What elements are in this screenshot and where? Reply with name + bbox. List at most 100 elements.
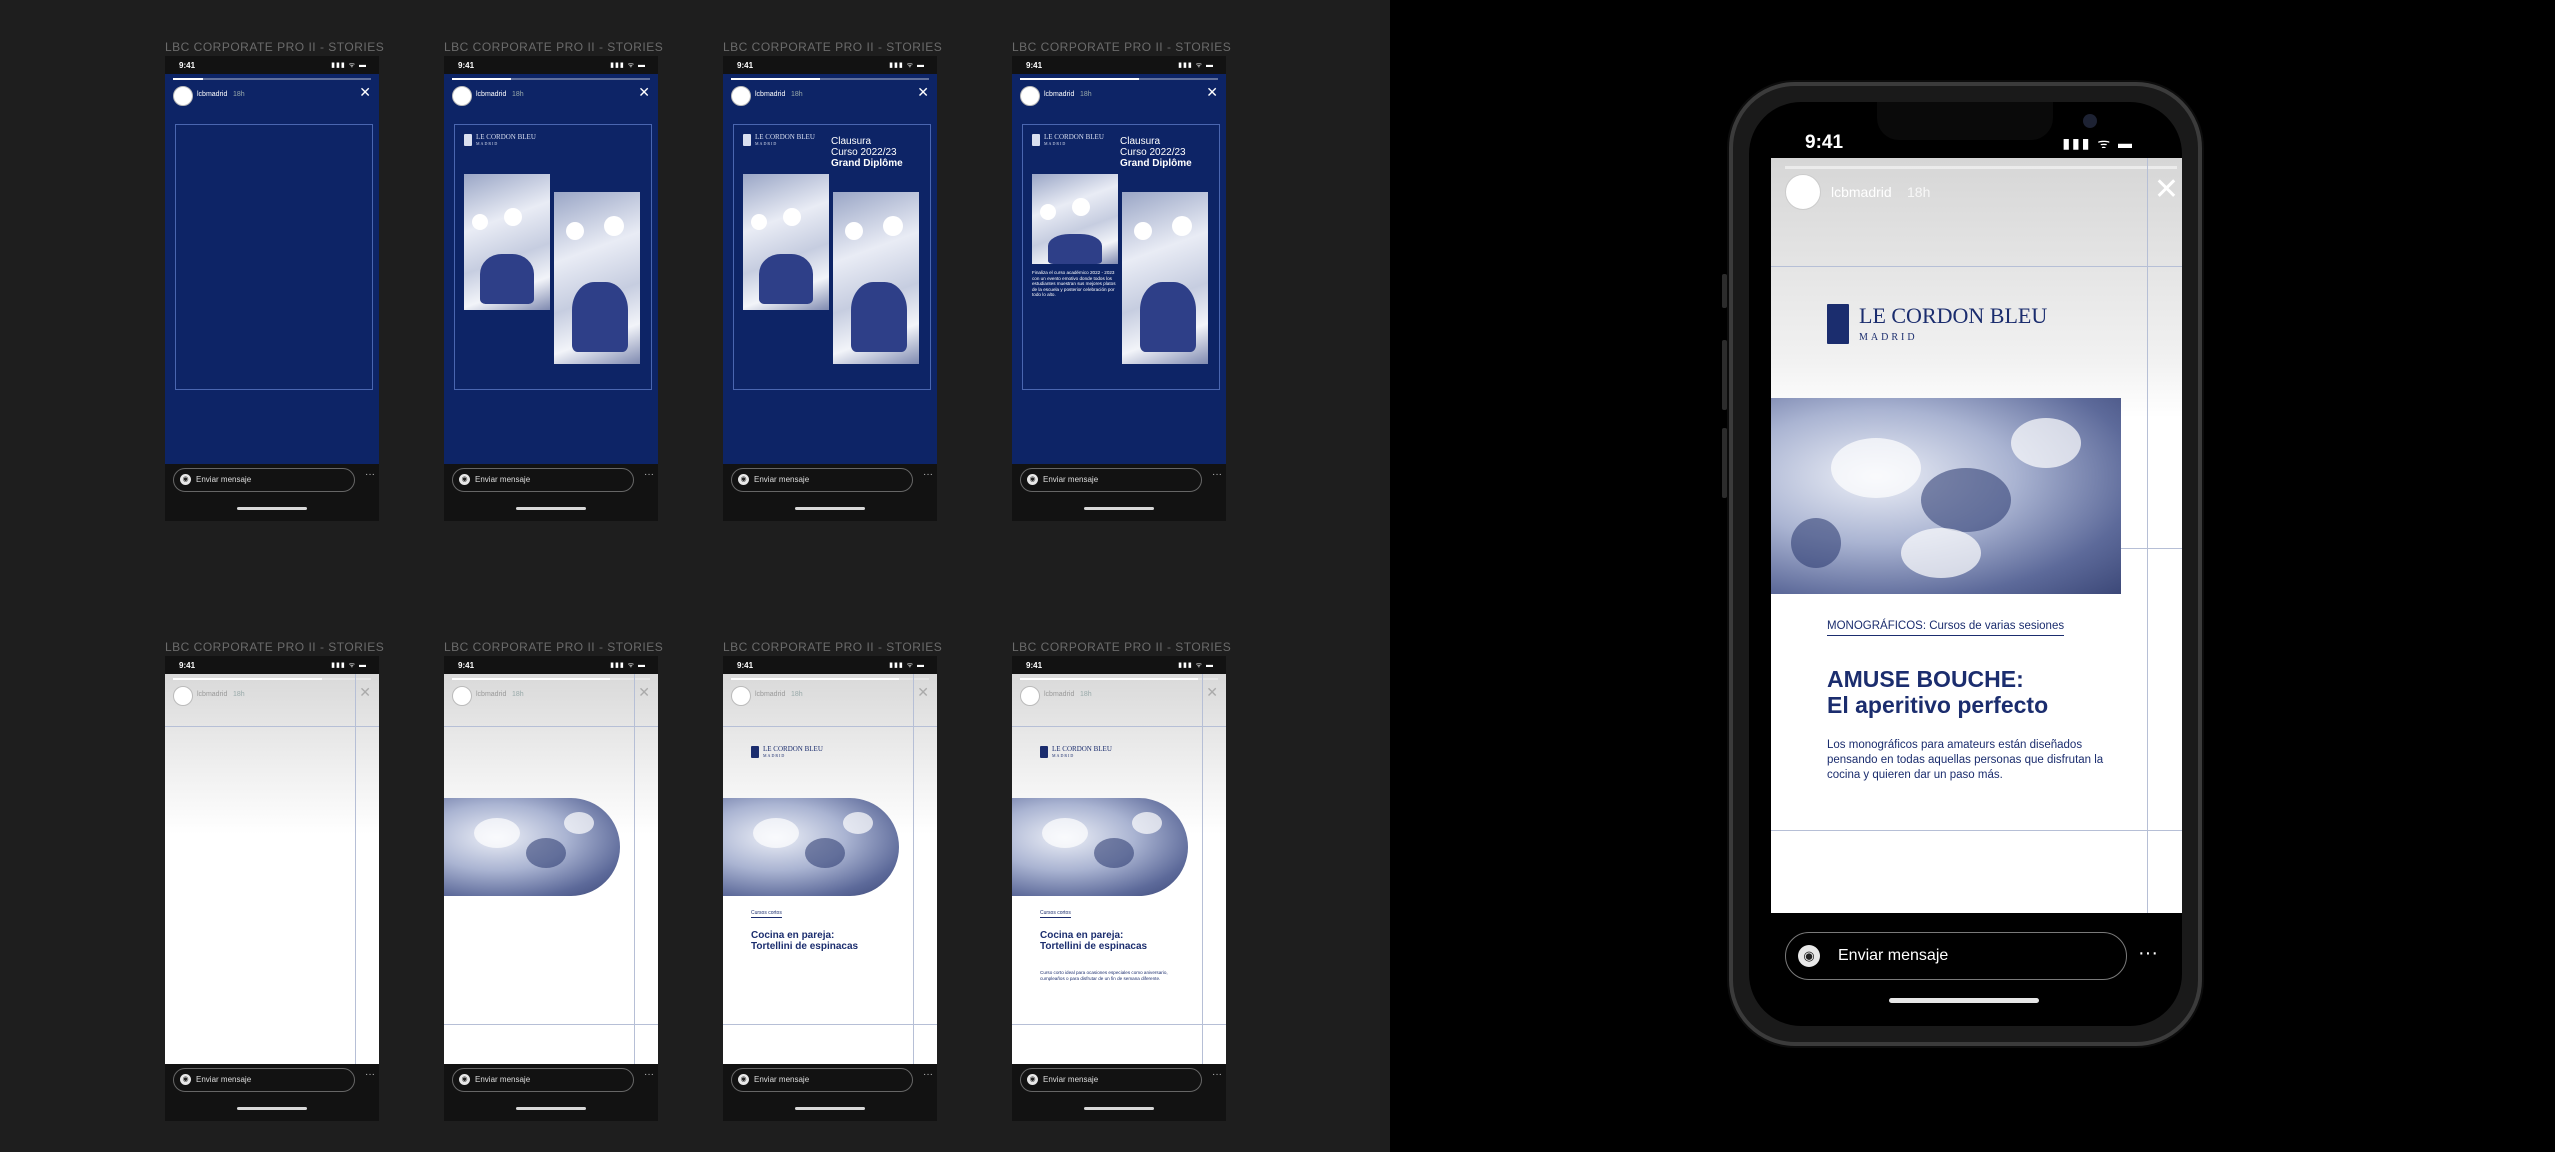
story-content: lcbmadrid 18h ✕ LE CORDON BLEU MADRID MON… [1771,158,2182,913]
layout-guide [913,674,914,1064]
more-options-icon[interactable]: ··· [644,469,654,480]
graduates-photo [464,174,550,310]
account-name[interactable]: lcbmadrid [1044,691,1074,698]
camera-icon[interactable]: ◉ [738,1074,749,1085]
more-options-icon[interactable]: ··· [1212,1069,1222,1080]
camera-icon[interactable]: ◉ [459,1074,470,1085]
more-options-icon[interactable]: ··· [923,469,933,480]
course-description: Los monográficos para amateurs están dis… [1827,739,2104,781]
signal-wifi-battery-icons: ▮▮▮ ᯤ ▬ [1178,62,1214,69]
message-input[interactable]: ◉ Enviar mensaje [452,1068,634,1092]
frame-label[interactable]: LBC CORPORATE PRO II - STORIES [165,640,384,654]
message-input[interactable]: ◉ Enviar mensaje [731,1068,913,1092]
camera-icon[interactable]: ◉ [180,474,191,485]
phone-notch [1877,102,2097,140]
frame-label[interactable]: LBC CORPORATE PRO II - STORIES [165,40,384,54]
camera-icon[interactable]: ◉ [1798,945,1820,967]
story-content: lcbmadrid 18h ✕ [165,674,379,1064]
story-progress-bar [452,678,650,680]
message-input[interactable]: ◉ Enviar mensaje [173,1068,355,1092]
frame-label[interactable]: LBC CORPORATE PRO II - STORIES [1012,640,1231,654]
course-subtitle: El aperitivo perfecto [1827,692,2049,718]
camera-icon[interactable]: ◉ [738,474,749,485]
more-options-icon[interactable]: ··· [365,1069,375,1080]
account-name[interactable]: lcbmadrid [1831,184,1892,200]
message-placeholder: Enviar mensaje [1043,475,1099,484]
more-options-icon[interactable]: ··· [923,1069,933,1080]
home-indicator [1889,998,2039,1003]
crest-icon [1827,304,1849,344]
close-icon[interactable]: ✕ [2154,172,2179,207]
story-frame-3[interactable]: 9:41 ▮▮▮ ᯤ ▬ lcbmadrid 18h ✕ LE CORDON BL… [723,56,937,521]
story-frame-8[interactable]: 9:41 ▮▮▮ ᯤ ▬ lcbmadrid 18h ✕ LE CORDON BL… [1012,656,1226,1121]
close-icon[interactable]: ✕ [917,84,929,101]
message-input[interactable]: ◉ Enviar mensaje [1785,932,2127,980]
story-progress-bar [173,78,371,80]
camera-icon[interactable]: ◉ [1027,474,1038,485]
layout-guide [2147,158,2148,913]
account-name[interactable]: lcbmadrid [755,691,785,698]
close-icon[interactable]: ✕ [359,84,371,101]
status-bar: 9:41 ▮▮▮ ᯤ ▬ [444,56,658,76]
frame-label[interactable]: LBC CORPORATE PRO II - STORIES [444,40,663,54]
story-frame-6[interactable]: 9:41 ▮▮▮ ᯤ ▬ lcbmadrid 18h ✕ ◉ Enviar mens… [444,656,658,1121]
more-options-icon[interactable]: ··· [365,469,375,480]
close-icon[interactable]: ✕ [638,84,650,101]
account-name[interactable]: lcbmadrid [197,691,227,698]
home-indicator [237,507,307,510]
brand-logo: LE CORDON BLEU MADRID [751,746,823,758]
frame-label[interactable]: LBC CORPORATE PRO II - STORIES [1012,40,1231,54]
frame-label[interactable]: LBC CORPORATE PRO II - STORIES [723,640,942,654]
post-time: 18h [791,91,803,98]
account-name[interactable]: lcbmadrid [197,91,227,98]
close-icon[interactable]: ✕ [359,684,371,701]
avatar[interactable] [452,686,472,706]
avatar[interactable] [452,86,472,106]
account-name[interactable]: lcbmadrid [1044,91,1074,98]
course-kicker: MONOGRÁFICOS: Cursos de varias sesiones [1827,620,2065,636]
more-options-icon[interactable]: ··· [1212,469,1222,480]
message-input[interactable]: ◉ Enviar mensaje [452,468,634,492]
avatar[interactable] [1785,174,1821,210]
avatar[interactable] [731,686,751,706]
message-input[interactable]: ◉ Enviar mensaje [173,468,355,492]
close-icon[interactable]: ✕ [1206,684,1218,701]
account-name[interactable]: lcbmadrid [476,91,506,98]
status-bar: 9:41 ▮▮▮ ᯤ ▬ [723,56,937,76]
artboard-canvas: LBC CORPORATE PRO II - STORIES 9:41 ▮▮▮ ᯤ… [0,0,1390,1152]
frame-label[interactable]: LBC CORPORATE PRO II - STORIES [723,40,942,54]
close-icon[interactable]: ✕ [917,684,929,701]
food-photo [1771,398,2121,594]
close-icon[interactable]: ✕ [1206,84,1218,101]
story-content: lcbmadrid 18h ✕ LE CORDON BLEU MADRID Cla… [723,74,937,464]
avatar[interactable] [731,86,751,106]
avatar[interactable] [173,686,193,706]
avatar[interactable] [1020,686,1040,706]
message-input[interactable]: ◉ Enviar mensaje [1020,468,1202,492]
post-time: 18h [1080,91,1092,98]
story-frame-4[interactable]: 9:41 ▮▮▮ ᯤ ▬ lcbmadrid 18h ✕ LE CORDON BL… [1012,56,1226,521]
account-name[interactable]: lcbmadrid [476,691,506,698]
story-progress-bar [731,678,929,680]
message-input[interactable]: ◉ Enviar mensaje [1020,1068,1202,1092]
more-options-icon[interactable]: ··· [644,1069,654,1080]
story-frame-5[interactable]: 9:41 ▮▮▮ ᯤ ▬ lcbmadrid 18h ✕ ◉ Enviar mens… [165,656,379,1121]
signal-wifi-battery-icons: ▮▮▮ ᯤ ▬ [331,662,367,669]
story-frame-2[interactable]: 9:41 ▮▮▮ ᯤ ▬ lcbmadrid 18h ✕ LE CORDON BL… [444,56,658,521]
account-name[interactable]: lcbmadrid [755,91,785,98]
avatar[interactable] [1020,86,1040,106]
message-input[interactable]: ◉ Enviar mensaje [731,468,913,492]
brand-name: LE CORDON BLEU [763,745,823,753]
camera-icon[interactable]: ◉ [1027,1074,1038,1085]
status-time: 9:41 [737,661,754,670]
post-time: 18h [233,91,245,98]
story-frame-1[interactable]: 9:41 ▮▮▮ ᯤ ▬ lcbmadrid 18h ✕ ◉ Enviar mens… [165,56,379,521]
story-frame-7[interactable]: 9:41 ▮▮▮ ᯤ ▬ lcbmadrid 18h ✕ LE CORDON BL… [723,656,937,1121]
frame-label[interactable]: LBC CORPORATE PRO II - STORIES [444,640,663,654]
camera-icon[interactable]: ◉ [180,1074,191,1085]
close-icon[interactable]: ✕ [638,684,650,701]
layout-guide [444,726,658,727]
avatar[interactable] [173,86,193,106]
camera-icon[interactable]: ◉ [459,474,470,485]
more-options-icon[interactable]: ··· [2138,942,2158,965]
